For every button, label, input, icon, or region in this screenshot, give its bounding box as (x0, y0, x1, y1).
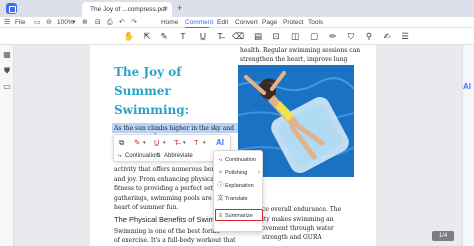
translate-icon: 文 (217, 196, 224, 202)
tab-convert[interactable]: Convert (235, 17, 258, 28)
select-tool-icon[interactable]: ⇱ (141, 31, 153, 42)
paragraph-line: ce overall endurance. The (262, 206, 342, 213)
tab-tools[interactable]: Tools (308, 17, 323, 28)
pencil-tool-icon[interactable]: ✏ (327, 31, 339, 42)
abbreviate-icon: ⇅ (156, 153, 162, 159)
menu-item-summarize[interactable]: ≡ Summarize (215, 209, 263, 221)
menu-item-label: Summarize (225, 213, 253, 219)
attachment-tool-icon[interactable]: ⚲ (363, 31, 375, 42)
ai-tools-menu: ⤷ Continuation ✧ Polishing › ⓘ Explanation … (213, 150, 263, 232)
file-menu[interactable]: File (15, 17, 25, 28)
underline-icon[interactable]: U̲ (154, 137, 159, 149)
document-tab-title: The Joy of ...compress.pdf (90, 6, 167, 13)
zoom-dropdown-icon[interactable]: ▾ (72, 17, 76, 28)
save-icon[interactable]: ▭ (34, 17, 41, 28)
ai-assistant-button[interactable]: AI (463, 82, 471, 91)
print-icon[interactable]: ⎙ (107, 17, 113, 28)
callout-tool-icon[interactable]: ◫ (289, 31, 301, 42)
tab-protect[interactable]: Protect (283, 17, 304, 28)
tab-edit[interactable]: Edit (217, 17, 228, 28)
stamp-tool-icon[interactable]: ⛉ (345, 31, 357, 42)
list-tool-icon[interactable]: ☰ (399, 31, 411, 42)
annotation-toolbar: ✋ ⇱ ✎ T U̲ T̶ ⌫ ▤ ⊡ ◫ ▢ ✏ ⛉ ⚲ ✍ ☰ (0, 28, 474, 45)
tab-page[interactable]: Page (262, 17, 277, 28)
chevron-down-icon[interactable]: ▾ (143, 137, 146, 149)
page-indicator[interactable]: 1/4 (432, 231, 454, 241)
chevron-down-icon[interactable]: ▾ (183, 137, 186, 149)
continuation-icon: ⤷ (218, 157, 223, 163)
underline-tool-icon[interactable]: U̲ (197, 31, 209, 42)
menu-item-polishing[interactable]: ✧ Polishing › (216, 167, 262, 179)
tab-close-icon[interactable]: × (164, 2, 168, 17)
strikethrough-icon[interactable]: T̶ (174, 137, 179, 149)
right-sidebar: AI (462, 45, 474, 246)
shape-tool-icon[interactable]: ▢ (308, 31, 320, 42)
menu-item-label: Continuation (225, 157, 256, 163)
app-logo-icon (6, 3, 17, 14)
summarize-icon: ≡ (218, 213, 223, 219)
menu-item-translate[interactable]: 文 Translate (216, 193, 262, 205)
thumbnails-icon[interactable]: ▦ (2, 50, 12, 60)
explanation-icon: ⓘ (217, 183, 224, 189)
selected-text[interactable]: As the sun climbs higher in the sky and (114, 124, 234, 134)
chevron-down-icon[interactable]: ▾ (203, 137, 206, 149)
menu-item-label: Polishing (225, 170, 248, 176)
menu-item-explanation[interactable]: ⓘ Explanation (216, 180, 262, 192)
new-tab-icon[interactable]: + (177, 2, 182, 15)
title-bar: The Joy of ...compress.pdf × + (0, 0, 474, 17)
menu-item-label: Explanation (225, 183, 254, 189)
fit-page-icon[interactable]: ⊟ (95, 17, 101, 28)
paragraph-line: of exercise. It's a full-body workout th… (114, 237, 236, 244)
paragraph-line: heart of summer fun. (114, 204, 179, 211)
comments-icon[interactable]: ▭ (2, 82, 12, 92)
document-tab[interactable]: The Joy of ...compress.pdf × (82, 2, 172, 17)
left-sidebar: ▦ ⛊ ▭ (0, 45, 14, 246)
chevron-right-icon: › (258, 170, 260, 176)
tab-home[interactable]: Home (161, 17, 178, 28)
paragraph-line: strength and GURA (262, 234, 322, 241)
highlight-tool-icon[interactable]: ✎ (158, 31, 170, 42)
menu-item-continuation[interactable]: ⤷ Continuation (216, 154, 262, 166)
continuation-icon: ⤷ (118, 153, 122, 159)
abbreviate-button[interactable]: Abbreviate (164, 151, 193, 161)
strikethrough-tool-icon[interactable]: T̶ (214, 31, 226, 42)
eraser-tool-icon[interactable]: ⌫ (232, 31, 244, 42)
menu-item-label: Translate (225, 196, 248, 202)
zoom-in-icon[interactable]: ⊕ (82, 17, 88, 28)
paragraph-line: activity that offers numerous benefits (114, 166, 229, 173)
zoom-out-icon[interactable]: ⊖ (46, 17, 52, 28)
polishing-icon: ✧ (217, 170, 224, 176)
menu-icon[interactable]: ☰ (4, 17, 10, 28)
signature-tool-icon[interactable]: ✍ (381, 31, 393, 42)
hand-tool-icon[interactable]: ✋ (123, 31, 135, 42)
ai-tools-button[interactable]: AI (216, 138, 224, 147)
bookmark-icon[interactable]: ⛊ (2, 66, 12, 76)
squiggly-underline-icon[interactable]: T (194, 137, 199, 149)
continuation-button[interactable]: Continuation (125, 151, 159, 161)
undo-icon[interactable]: ↶ (119, 17, 125, 28)
paragraph-line: strengthen the heart, improve lung (240, 56, 348, 63)
sticky-note-tool-icon[interactable]: ▤ (252, 31, 264, 42)
menu-bar: ☰ File ▭ ⊖ 100% ▾ ⊕ ⊟ ⎙ ↶ ↷ Home Comment… (0, 17, 474, 28)
copy-icon[interactable]: ⧉ (119, 137, 124, 149)
highlight-color-icon[interactable]: ✎ (134, 137, 140, 149)
redo-icon[interactable]: ↷ (131, 17, 137, 28)
chevron-down-icon[interactable]: ▾ (163, 137, 166, 149)
textbox-tool-icon[interactable]: ⊡ (270, 31, 282, 42)
text-tool-icon[interactable]: T (177, 31, 189, 42)
